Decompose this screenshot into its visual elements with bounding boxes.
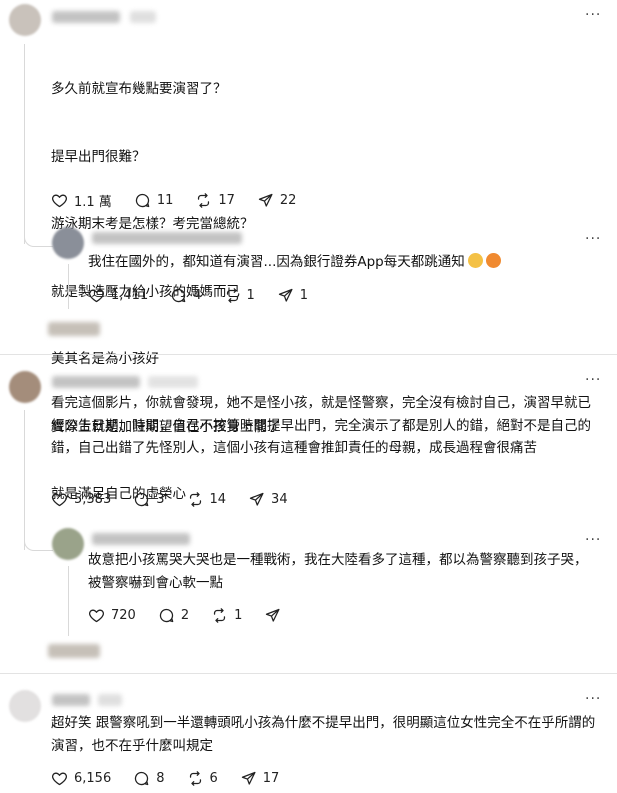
timestamp-blurred: [130, 11, 156, 23]
post-divider: [0, 673, 617, 674]
like-count: 1.1 萬: [74, 194, 112, 210]
like-button[interactable]: 720: [88, 607, 136, 624]
repost-count: 6: [209, 770, 218, 786]
comment-button[interactable]: 3: [133, 491, 165, 508]
like-count: 1,411: [111, 287, 149, 303]
comment-count: 2: [180, 607, 190, 623]
share-button[interactable]: 17: [240, 770, 280, 787]
repost-count: 14: [209, 491, 227, 507]
repost-icon: [211, 607, 228, 624]
avatar[interactable]: [9, 371, 41, 403]
share-button[interactable]: 34: [248, 491, 288, 508]
share-count: 17: [262, 770, 280, 786]
more-replies-link[interactable]: [48, 322, 100, 336]
comment-count: 4: [193, 287, 202, 303]
share-icon: [240, 770, 257, 787]
heart-icon: [51, 770, 68, 787]
like-button[interactable]: 6,156: [51, 770, 111, 787]
share-button[interactable]: [264, 607, 287, 624]
like-button[interactable]: 5,383: [51, 491, 111, 508]
reply-more-options-icon[interactable]: ···: [585, 533, 601, 547]
repost-count: 1: [246, 287, 255, 303]
reply-actions: 720 2 1: [88, 605, 309, 625]
share-button[interactable]: 22: [257, 192, 297, 209]
more-options-icon[interactable]: ···: [585, 373, 601, 387]
reply-more-options-icon[interactable]: ···: [585, 232, 601, 246]
repost-count: 17: [218, 192, 235, 208]
share-icon: [264, 607, 281, 624]
reply-username-blurred[interactable]: [92, 232, 242, 244]
reply-username-blurred[interactable]: [92, 533, 190, 545]
repost-icon: [187, 491, 204, 508]
heart-icon: [88, 607, 105, 624]
username-blurred[interactable]: [52, 694, 90, 706]
reply-connector: [24, 232, 53, 247]
post-actions: 5,383 3 14 34: [51, 489, 310, 509]
reply-avatar[interactable]: [52, 528, 84, 560]
repost-icon: [195, 192, 212, 209]
comment-icon: [134, 192, 151, 209]
like-button[interactable]: 1.1 萬: [51, 191, 112, 210]
comment-icon: [133, 770, 150, 787]
repost-icon: [187, 770, 204, 787]
reply-connector: [24, 536, 53, 551]
comment-icon: [133, 491, 150, 508]
timestamp-blurred: [98, 694, 122, 706]
comment-button[interactable]: 2: [158, 607, 189, 624]
more-options-icon[interactable]: ···: [585, 692, 601, 706]
heart-icon: [51, 491, 68, 508]
timestamp-blurred: [148, 376, 198, 388]
like-count: 720: [111, 607, 136, 623]
emoji-face-icon: [467, 253, 483, 268]
repost-button[interactable]: 1: [211, 607, 242, 624]
share-button[interactable]: 1: [277, 287, 308, 304]
username-blurred[interactable]: [52, 376, 140, 388]
repost-button[interactable]: 6: [187, 770, 218, 787]
share-count: 1: [299, 287, 309, 303]
avatar[interactable]: [9, 4, 41, 36]
more-replies-link[interactable]: [48, 644, 100, 658]
heart-icon: [51, 192, 68, 209]
comment-count: 8: [156, 770, 165, 786]
avatar[interactable]: [9, 690, 41, 722]
share-icon: [248, 491, 265, 508]
repost-button[interactable]: 17: [195, 192, 235, 209]
username-blurred[interactable]: [52, 11, 120, 23]
reply-actions: 1,411 4 1 1: [88, 285, 330, 305]
comment-icon: [170, 287, 187, 304]
thread-line: [24, 44, 25, 244]
share-icon: [257, 192, 274, 209]
comment-button[interactable]: 4: [170, 287, 202, 304]
more-options-icon[interactable]: ···: [585, 8, 601, 22]
emoji-laugh-icon: [485, 253, 501, 268]
repost-count: 1: [234, 607, 243, 623]
post-actions: 6,156 8 6 17: [51, 768, 301, 788]
comment-icon: [158, 607, 175, 624]
thread-line: [68, 566, 69, 636]
reply-text: 故意把小孩罵哭大哭也是一種戰術，我在大陸看多了這種，都以為警察聽到孩子哭，被警察…: [88, 552, 588, 591]
comment-button[interactable]: 8: [133, 770, 165, 787]
share-icon: [277, 287, 294, 304]
reply-avatar[interactable]: [52, 227, 84, 259]
heart-icon: [88, 287, 105, 304]
post-text: 看完這個影片，你就會發現，她不是怪小孩，就是怪警察，完全沒有檢討自己，演習早就已…: [51, 395, 591, 456]
comment-button[interactable]: 11: [134, 192, 174, 209]
repost-button[interactable]: 1: [224, 287, 255, 304]
comment-count: 3: [156, 491, 165, 507]
comment-count: 11: [156, 192, 174, 208]
thread-line: [68, 264, 69, 309]
post-actions: 1.1 萬 11 17 22: [51, 190, 318, 210]
post-text: 超好笑 跟警察吼到一半還轉頭吼小孩為什麼不提早出門，很明顯這位女性完全不在乎所謂…: [51, 715, 596, 754]
like-count: 6,156: [74, 770, 112, 786]
repost-icon: [224, 287, 241, 304]
like-count: 5,383: [74, 491, 112, 507]
thread-line: [24, 410, 25, 550]
repost-button[interactable]: 14: [187, 491, 227, 508]
post-divider: [0, 354, 617, 355]
reply-text: 我住在國外的，都知道有演習...因為銀行證券App每天都跳通知: [88, 251, 598, 274]
like-button[interactable]: 1,411: [88, 287, 148, 304]
share-count: 22: [279, 192, 297, 208]
share-count: 34: [271, 491, 288, 507]
